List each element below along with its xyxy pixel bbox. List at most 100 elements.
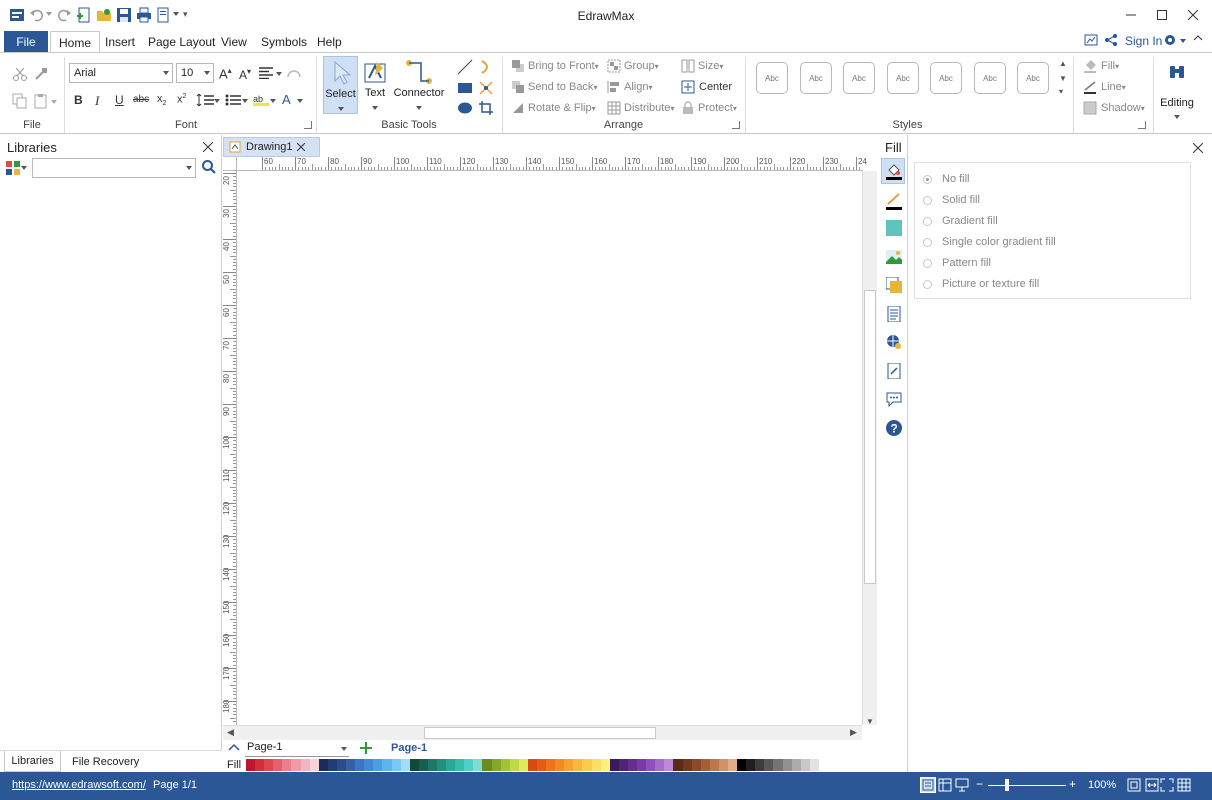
palette-color-swatch[interactable] xyxy=(464,759,474,771)
scroll-down-icon[interactable]: ▼ xyxy=(866,717,874,726)
palette-color-swatch[interactable] xyxy=(664,759,674,771)
tab-home[interactable]: Home xyxy=(50,31,101,53)
bullets-icon[interactable] xyxy=(225,94,241,106)
palette-color-swatch[interactable] xyxy=(546,759,556,771)
close-tab-icon[interactable] xyxy=(297,143,305,151)
group-dropdown-icon[interactable]: ▾ xyxy=(655,62,659,71)
fill-panel-tab[interactable] xyxy=(881,158,905,184)
styles-scroll-down-icon[interactable]: ▼ xyxy=(1059,74,1067,83)
palette-color-swatch[interactable] xyxy=(473,759,483,771)
style-swatch-6[interactable]: Abc xyxy=(974,62,1006,94)
palette-color-swatch[interactable] xyxy=(346,759,356,771)
paste-icon[interactable] xyxy=(33,93,49,109)
fill-option-gradient-fill[interactable]: Gradient fill xyxy=(914,211,998,231)
scroll-right-icon[interactable]: ▶ xyxy=(850,727,857,738)
style-swatch-3[interactable]: Abc xyxy=(843,62,875,94)
library-search-input[interactable] xyxy=(32,158,196,178)
fill-option-solid-fill[interactable]: Solid fill xyxy=(914,190,980,210)
ellipse-tool-icon[interactable] xyxy=(457,100,473,116)
palette-color-swatch[interactable] xyxy=(373,759,383,771)
document-tab-drawing1[interactable]: Drawing1 xyxy=(223,137,320,157)
palette-color-swatch[interactable] xyxy=(427,759,437,771)
fill-dropdown-icon[interactable]: ▾ xyxy=(1115,62,1119,71)
style-swatch-2[interactable]: Abc xyxy=(800,62,832,94)
line-dropdown-icon[interactable]: ▾ xyxy=(1122,83,1126,92)
page-view-icon[interactable] xyxy=(938,778,952,792)
shadow-button[interactable]: Shadow ▾ xyxy=(1083,101,1145,115)
palette-color-swatch[interactable] xyxy=(682,759,692,771)
shrink-font-icon[interactable]: A▾ xyxy=(239,67,251,82)
palette-color-swatch[interactable] xyxy=(700,759,710,771)
italic-icon[interactable]: I xyxy=(95,93,99,109)
palette-color-swatch[interactable] xyxy=(637,759,647,771)
line-button[interactable]: Line ▾ xyxy=(1083,80,1126,94)
scroll-left-icon[interactable]: ◀ xyxy=(227,727,234,738)
settings-dropdown-icon[interactable] xyxy=(1180,39,1186,43)
style-swatch-7[interactable]: Abc xyxy=(1017,62,1049,94)
radio-pattern-fill[interactable] xyxy=(923,258,932,268)
arc-tool-icon[interactable] xyxy=(478,59,494,75)
paste-dropdown-icon[interactable] xyxy=(51,100,57,104)
palette-color-swatch[interactable] xyxy=(537,759,547,771)
palette-color-swatch[interactable] xyxy=(400,759,410,771)
search-icon[interactable] xyxy=(202,160,216,174)
shadow-dropdown-icon[interactable]: ▾ xyxy=(1141,104,1145,113)
horizontal-scroll-thumb[interactable] xyxy=(424,727,656,739)
palette-color-swatch[interactable] xyxy=(627,759,638,771)
style-swatch-1[interactable]: Abc xyxy=(756,62,788,94)
note-panel-icon[interactable] xyxy=(886,363,902,379)
palette-color-swatch[interactable] xyxy=(509,759,519,771)
palette-color-swatch[interactable] xyxy=(564,759,574,771)
palette-color-swatch[interactable] xyxy=(600,759,610,771)
send-to-back-dropdown-icon[interactable]: ▾ xyxy=(593,83,597,92)
size-dropdown-icon[interactable]: ▾ xyxy=(719,62,723,71)
palette-color-swatch[interactable] xyxy=(791,759,801,771)
tab-file-recovery[interactable]: File Recovery xyxy=(66,751,145,772)
palette-color-swatch[interactable] xyxy=(282,759,292,771)
rotate-flip-dropdown-icon[interactable]: ▾ xyxy=(592,104,596,113)
palette-color-swatch[interactable] xyxy=(737,759,747,771)
page-properties-panel-icon[interactable] xyxy=(886,306,902,322)
grow-font-icon[interactable]: A▴ xyxy=(219,66,232,81)
palette-color-swatch[interactable] xyxy=(782,759,792,771)
palette-color-swatch[interactable] xyxy=(800,759,810,771)
group-button[interactable]: Group ▾ xyxy=(607,59,659,73)
subscript-icon[interactable]: x2 xyxy=(157,93,166,107)
palette-color-swatch[interactable] xyxy=(809,759,819,771)
styles-scroll-up-icon[interactable]: ▲ xyxy=(1059,59,1067,68)
tab-help[interactable]: Help xyxy=(309,31,350,52)
superscript-icon[interactable]: x2 xyxy=(177,93,186,106)
highlight-dropdown-icon[interactable] xyxy=(270,99,276,103)
add-page-icon[interactable] xyxy=(360,742,372,754)
editing-dropdown-icon[interactable] xyxy=(1174,115,1180,119)
palette-color-swatch[interactable] xyxy=(418,759,428,771)
sign-in-link[interactable]: Sign In xyxy=(1125,34,1162,48)
bold-icon[interactable]: B xyxy=(74,93,83,107)
palette-color-swatch[interactable] xyxy=(555,759,565,771)
palette-color-swatch[interactable] xyxy=(500,759,510,771)
website-link[interactable]: https://www.edrawsoft.com/ xyxy=(12,779,146,791)
palette-color-swatch[interactable] xyxy=(264,759,274,771)
palette-color-swatch[interactable] xyxy=(391,759,401,771)
tab-symbols[interactable]: Symbols xyxy=(253,31,315,52)
radio-no-fill[interactable] xyxy=(923,174,932,184)
maximize-button[interactable] xyxy=(1146,0,1178,30)
palette-color-swatch[interactable] xyxy=(318,759,328,771)
zoom-slider-thumb[interactable] xyxy=(1005,779,1009,791)
palette-color-swatch[interactable] xyxy=(727,759,738,771)
zoom-level[interactable]: 100% xyxy=(1088,779,1116,791)
palette-color-swatch[interactable] xyxy=(455,759,465,771)
select-tool-button[interactable]: Select xyxy=(323,56,358,114)
palette-color-swatch[interactable] xyxy=(764,759,774,771)
font-family-select[interactable]: Arial xyxy=(69,63,173,83)
palette-color-swatch[interactable] xyxy=(527,759,537,771)
palette-color-swatch[interactable] xyxy=(591,759,601,771)
text-dropdown-icon[interactable] xyxy=(372,106,378,110)
text-highlight-icon[interactable]: ab xyxy=(253,92,269,106)
comment-panel-icon[interactable] xyxy=(886,391,902,407)
clear-format-icon[interactable] xyxy=(287,66,301,78)
fill-button[interactable]: Fill ▾ xyxy=(1083,59,1119,73)
close-libraries-icon[interactable] xyxy=(203,142,213,152)
palette-color-swatch[interactable] xyxy=(718,759,728,771)
connector-dropdown-icon[interactable] xyxy=(416,106,422,110)
